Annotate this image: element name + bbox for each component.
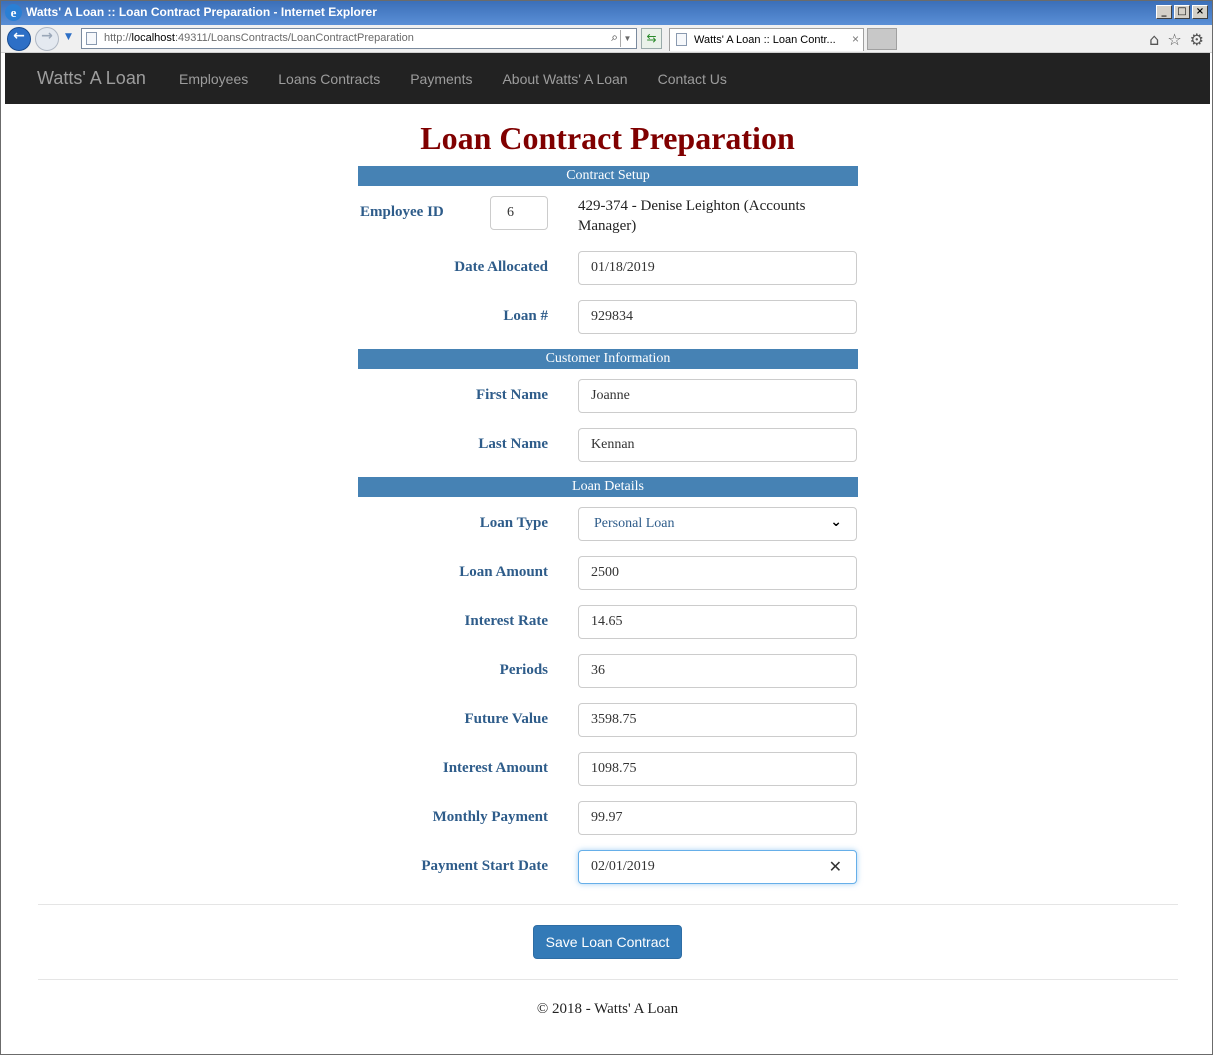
page-content: Loan Contract Preparation Contract Setup… [5, 104, 1210, 1052]
page-title: Loan Contract Preparation [420, 120, 795, 156]
date-allocated-input[interactable]: 01/18/2019 [578, 251, 857, 285]
first-name-input[interactable]: Joanne [578, 379, 857, 413]
monthly-payment-input[interactable]: 99.97 [578, 801, 857, 835]
nav-link-loans-contracts[interactable]: Loans Contracts [278, 71, 380, 87]
star-icon[interactable]: ☆ [1167, 30, 1181, 49]
footer-copyright: © 2018 - Watts' A Loan [536, 1001, 679, 1017]
nav-link-contact[interactable]: Contact Us [658, 71, 727, 87]
nav-link-employees[interactable]: Employees [179, 71, 248, 87]
ie-logo-icon: e [5, 4, 22, 21]
last-name-input[interactable]: Kennan [578, 428, 857, 462]
gear-icon[interactable]: ⚙ [1190, 30, 1204, 49]
forward-arrow-icon[interactable]: → [35, 27, 59, 51]
refresh-icon[interactable]: ⇆ [641, 28, 662, 49]
title-bar: e Watts' A Loan :: Loan Contract Prepara… [1, 1, 1212, 25]
employee-id-label: Employee ID [360, 204, 444, 220]
browser-tab[interactable]: Watts' A Loan :: Loan Contr... × [669, 28, 864, 51]
interest-rate-input[interactable]: 14.65 [578, 605, 857, 639]
maximize-icon[interactable]: □ [1174, 5, 1190, 19]
section-contract-setup: Contract Setup [358, 166, 858, 186]
history-dropdown-icon[interactable]: ▼ [65, 32, 72, 42]
browser-right-icons: ⌂ ☆ ⚙ [1149, 30, 1204, 49]
tab-page-icon [676, 33, 687, 46]
periods-input[interactable]: 36 [578, 654, 857, 688]
payment-start-date-label: Payment Start Date [421, 858, 548, 874]
chevron-down-icon: ⌄ [830, 514, 842, 530]
loan-number-input[interactable]: 929834 [578, 300, 857, 334]
last-name-label: Last Name [478, 436, 548, 452]
close-icon[interactable]: × [1192, 5, 1208, 19]
first-name-label: First Name [475, 387, 548, 403]
back-arrow-icon[interactable]: ← [7, 27, 31, 51]
navbar-brand[interactable]: Watts' A Loan [37, 68, 146, 89]
search-icon[interactable]: ⌕ [611, 30, 618, 45]
window-controls: _ □ × [1156, 5, 1208, 19]
divider-top [38, 904, 1178, 905]
payment-start-date-input[interactable]: 02/01/2019 ✕ [578, 850, 857, 884]
save-loan-contract-button[interactable]: Save Loan Contract [533, 925, 682, 959]
date-allocated-label: Date Allocated [454, 259, 548, 275]
page-icon [86, 32, 97, 45]
periods-label: Periods [499, 662, 548, 678]
nav-link-about[interactable]: About Watts' A Loan [502, 71, 627, 87]
browser-window: e Watts' A Loan :: Loan Contract Prepara… [0, 0, 1213, 1055]
new-tab-button[interactable] [867, 28, 897, 50]
divider-bottom [38, 979, 1178, 980]
minimize-icon[interactable]: _ [1156, 5, 1172, 19]
monthly-payment-label: Monthly Payment [432, 809, 548, 825]
address-dropdown-icon[interactable]: ▼ [620, 30, 634, 47]
loan-type-value: Personal Loan [594, 516, 675, 531]
interest-amount-input[interactable]: 1098.75 [578, 752, 857, 786]
address-rest: :49311/LoansContracts/LoanContractPrepar… [174, 32, 414, 44]
site-navbar: Watts' A Loan Employees Loans Contracts … [5, 53, 1210, 104]
tab-close-icon[interactable]: × [852, 32, 859, 46]
address-bar[interactable]: http://localhost:49311/LoansContracts/Lo… [81, 28, 637, 49]
address-host: localhost [131, 32, 175, 44]
loan-number-label: Loan # [503, 308, 548, 324]
browser-toolbar: ← → ▼ http://localhost:49311/LoansContra… [1, 25, 1212, 53]
future-value-input[interactable]: 3598.75 [578, 703, 857, 737]
future-value-label: Future Value [464, 711, 549, 727]
loan-amount-label: Loan Amount [459, 564, 548, 580]
section-customer-information: Customer Information [358, 349, 858, 369]
loan-type-label: Loan Type [479, 515, 548, 531]
loan-amount-input[interactable]: 2500 [578, 556, 857, 590]
loan-type-select[interactable]: Personal Loan ⌄ [578, 507, 857, 541]
interest-rate-label: Interest Rate [464, 613, 548, 629]
nav-link-payments[interactable]: Payments [410, 71, 472, 87]
clear-icon[interactable]: ✕ [829, 857, 842, 876]
employee-name: 429-374 - Denise Leighton (Accounts Mana… [578, 198, 806, 234]
window-title: Watts' A Loan :: Loan Contract Preparati… [26, 5, 377, 19]
section-loan-details: Loan Details [358, 477, 858, 497]
employee-id-input[interactable]: 6 [490, 196, 548, 230]
interest-amount-label: Interest Amount [442, 760, 548, 776]
payment-start-date-value: 02/01/2019 [591, 859, 655, 874]
address-prefix: http:// [104, 32, 132, 44]
tab-title: Watts' A Loan :: Loan Contr... [694, 34, 836, 46]
navbar-links: Employees Loans Contracts Payments About… [179, 71, 757, 87]
home-icon[interactable]: ⌂ [1149, 30, 1159, 49]
